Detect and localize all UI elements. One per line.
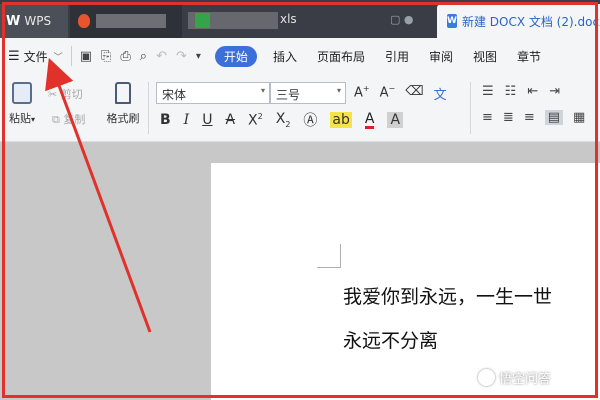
annotation-arrow	[45, 57, 152, 333]
watermark: 悟空问答	[478, 368, 551, 387]
watermark-text: 悟空问答	[499, 372, 552, 387]
wukong-logo-icon	[478, 369, 495, 386]
